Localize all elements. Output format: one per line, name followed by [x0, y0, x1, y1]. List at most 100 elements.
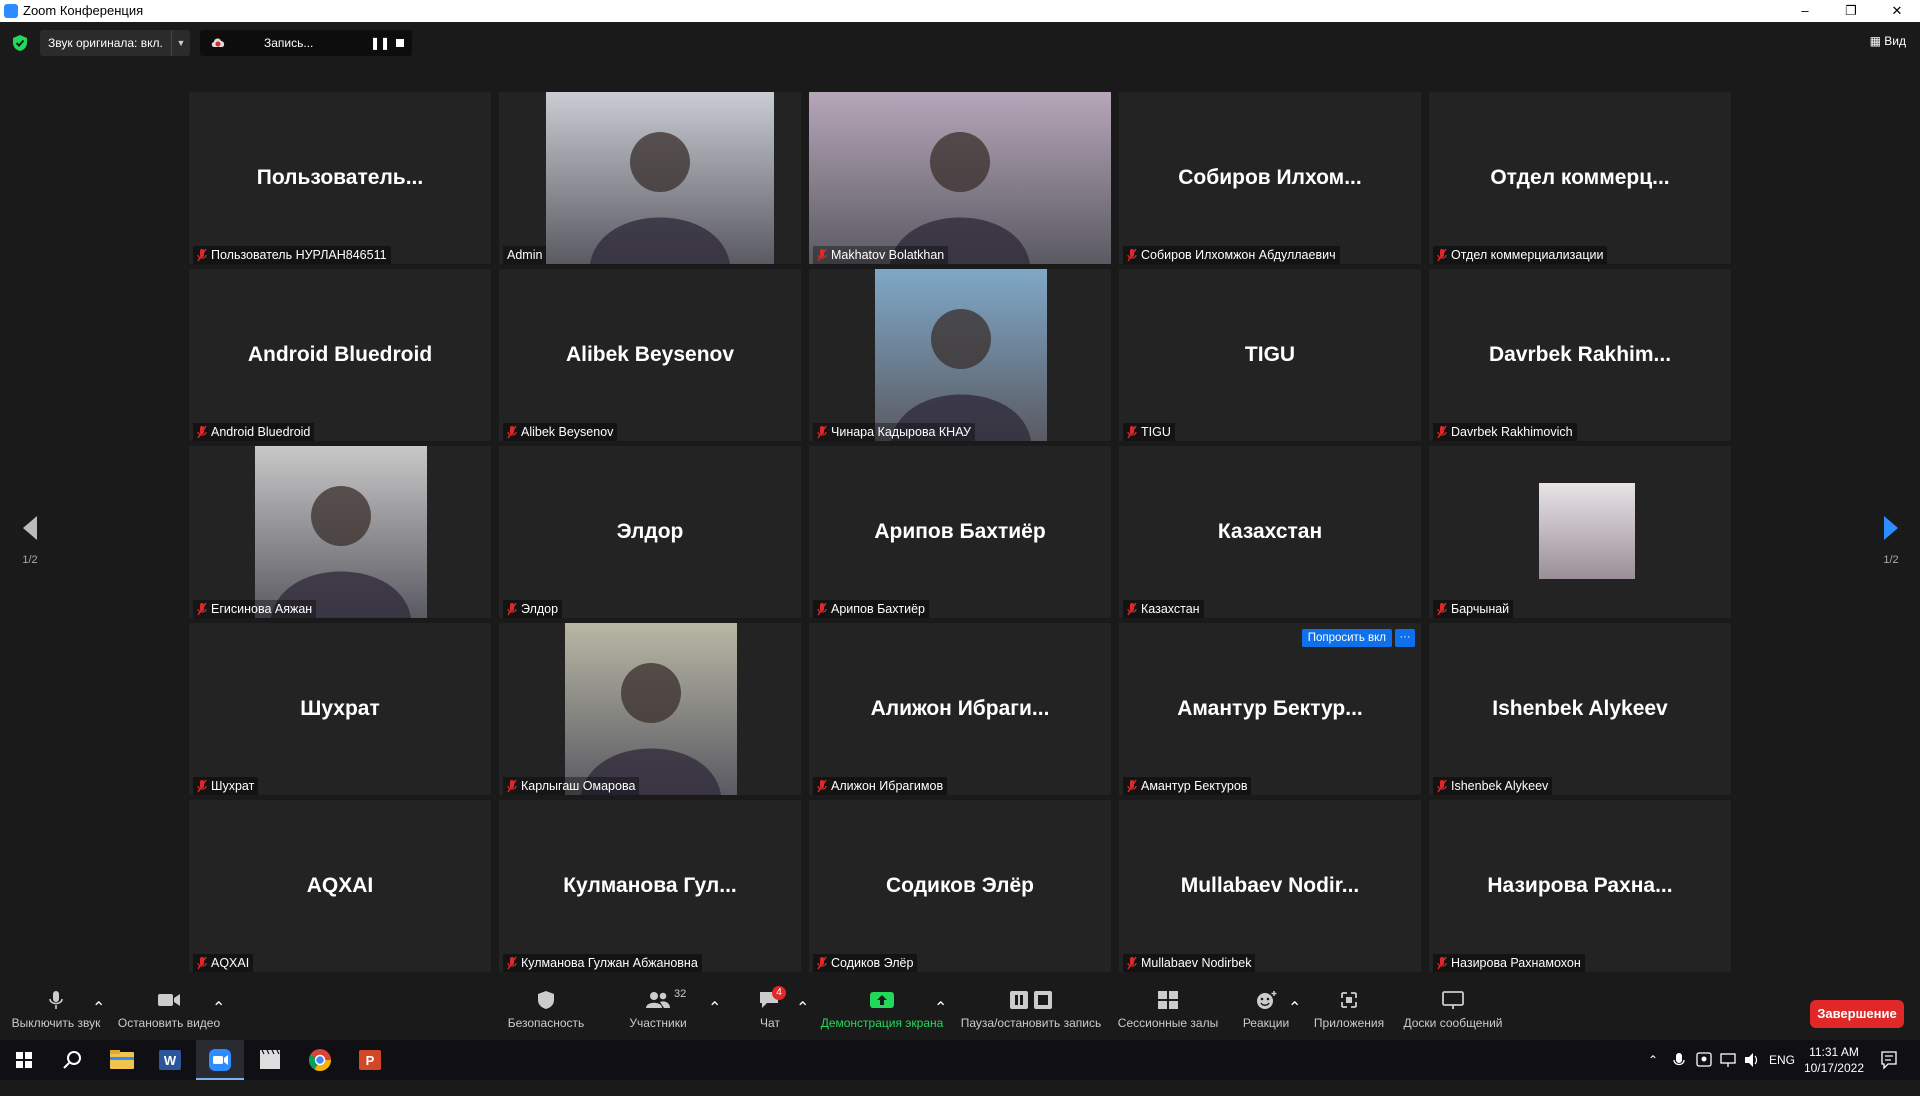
- participant-tile[interactable]: Элдор Элдор: [499, 446, 801, 618]
- tray-overflow-icon[interactable]: ⌃: [1648, 1040, 1658, 1080]
- network-icon[interactable]: [1720, 1040, 1736, 1080]
- chat-badge: 4: [772, 986, 786, 1000]
- participant-name-label: Кулманова Гулжан Абжановна: [503, 954, 702, 972]
- participant-name-label: TIGU: [1123, 423, 1175, 441]
- participant-tile[interactable]: Makhatov Bolatkhan: [809, 92, 1111, 264]
- participant-name-text: Davrbek Rakhimovich: [1451, 425, 1573, 439]
- tray-zoom-status-icon[interactable]: [1696, 1040, 1712, 1080]
- participant-tile[interactable]: Алижон Ибраги... Алижон Ибрагимов: [809, 623, 1111, 795]
- participant-display-name: Шухрат: [300, 697, 380, 720]
- participant-tile[interactable]: Alibek Beysenov Alibek Beysenov: [499, 269, 801, 441]
- participant-tile[interactable]: Шухрат Шухрат: [189, 623, 491, 795]
- participant-display-name: Кулманова Гул...: [563, 874, 737, 897]
- participant-tile[interactable]: Отдел коммерц... Отдел коммерциализации: [1429, 92, 1731, 264]
- participant-name-text: Кулманова Гулжан Абжановна: [521, 956, 698, 970]
- svg-text:P: P: [366, 1053, 375, 1068]
- meeting-controls: Выключить звук ⌃ Остановить видео ⌃ Безо…: [0, 976, 1920, 1038]
- volume-icon[interactable]: [1744, 1040, 1760, 1080]
- participant-display-name: Собиров Илхом...: [1178, 166, 1362, 189]
- system-clock[interactable]: 11:31 AM 10/17/2022: [1804, 1044, 1864, 1076]
- search-icon[interactable]: [48, 1040, 96, 1080]
- whiteboards-button[interactable]: Доски сообщений: [1398, 976, 1508, 1038]
- view-button[interactable]: ▦ Вид: [1870, 34, 1906, 48]
- more-options-button[interactable]: ···: [1395, 629, 1415, 647]
- participant-name-text: Alibek Beysenov: [521, 425, 614, 439]
- participant-tile[interactable]: Admin: [499, 92, 801, 264]
- participant-tile[interactable]: Арипов Бахтиёр Арипов Бахтиёр: [809, 446, 1111, 618]
- next-page-control[interactable]: 1/2: [1876, 515, 1906, 566]
- chevron-down-icon[interactable]: ▼: [171, 30, 190, 56]
- participant-display-name: Mullabaev Nodir...: [1180, 874, 1360, 897]
- pause-stop-recording-label: Пауза/остановить запись: [960, 1016, 1102, 1030]
- participants-label: Участники: [629, 1016, 687, 1030]
- windows-start-icon[interactable]: [0, 1040, 48, 1080]
- close-button[interactable]: ✕: [1874, 0, 1920, 22]
- stop-video-button[interactable]: Остановить видео: [116, 976, 222, 1038]
- participant-tile[interactable]: Кулманова Гул... Кулманова Гулжан Абжанов…: [499, 800, 801, 972]
- muted-microphone-icon: [1437, 956, 1447, 970]
- window-titlebar: Zoom Конференция – ❐ ✕: [0, 0, 1920, 22]
- person-silhouette-icon: [581, 663, 721, 795]
- participant-display-name: Отдел коммерц...: [1490, 166, 1670, 189]
- original-sound-toggle[interactable]: Звук оригинала: вкл. ▼: [40, 30, 190, 56]
- zoom-taskbar-icon[interactable]: [196, 1040, 244, 1080]
- pause-recording-icon[interactable]: ❚❚: [370, 36, 390, 50]
- muted-microphone-icon: [197, 956, 207, 970]
- participant-tile[interactable]: Davrbek Rakhim... Davrbek Rakhimovich: [1429, 269, 1731, 441]
- stop-recording-icon[interactable]: [396, 39, 404, 47]
- mute-label: Выключить звук: [11, 1016, 101, 1030]
- apps-button[interactable]: Приложения: [1308, 976, 1390, 1038]
- participant-name-label: Android Bluedroid: [193, 423, 315, 441]
- participant-name-label: Собиров Илхомжон Абдуллаевич: [1123, 246, 1340, 264]
- participant-tile[interactable]: Mullabaev Nodir... Mullabaev Nodirbek: [1119, 800, 1421, 972]
- breakout-rooms-button[interactable]: Сессионные залы: [1116, 976, 1220, 1038]
- participant-tile[interactable]: Ishenbek Alykeev Ishenbek Alykeev: [1429, 623, 1731, 795]
- participant-name-text: Карлыгаш Омарова: [521, 779, 636, 793]
- security-button[interactable]: Безопасность: [506, 976, 586, 1038]
- chat-button[interactable]: 4 Чат: [740, 976, 800, 1038]
- participant-display-name: Alibek Beysenov: [565, 343, 735, 366]
- participant-tile[interactable]: TIGU TIGU: [1119, 269, 1421, 441]
- muted-microphone-icon: [817, 956, 827, 970]
- pause-stop-recording-button[interactable]: Пауза/остановить запись: [958, 976, 1104, 1038]
- clock-time: 11:31 AM: [1809, 1045, 1859, 1059]
- participant-tile[interactable]: Чинара Кадырова КНАУ: [809, 269, 1111, 441]
- media-app-icon[interactable]: [246, 1040, 294, 1080]
- word-icon[interactable]: W: [146, 1040, 194, 1080]
- participant-video: [255, 446, 427, 618]
- participant-tile[interactable]: Содиков Элёр Содиков Элёр: [809, 800, 1111, 972]
- participant-tile[interactable]: Собиров Илхом... Собиров Илхомжон Абдулла…: [1119, 92, 1421, 264]
- participant-name-text: Admin: [507, 248, 543, 262]
- tray-microphone-icon[interactable]: [1672, 1040, 1686, 1080]
- zoom-app-icon: [4, 4, 18, 18]
- file-explorer-icon[interactable]: [98, 1040, 146, 1080]
- muted-microphone-icon: [1437, 779, 1447, 793]
- input-language[interactable]: ENG: [1769, 1040, 1795, 1080]
- mute-button[interactable]: Выключить звук: [8, 976, 104, 1038]
- participant-tile[interactable]: Казахстан Казахстан: [1119, 446, 1421, 618]
- microphone-icon: [49, 991, 63, 1009]
- ask-to-unmute-button[interactable]: Попросить вкл: [1301, 629, 1392, 647]
- participant-tile[interactable]: Пользователь... Пользователь НУРЛАН846511: [189, 92, 491, 264]
- participant-tile[interactable]: Амантур Бектур... Амантур Бектуров Попроси…: [1119, 623, 1421, 795]
- arrow-right-icon[interactable]: [1882, 515, 1900, 541]
- participant-tile[interactable]: Android Bluedroid Android Bluedroid: [189, 269, 491, 441]
- participants-button[interactable]: 32 Участники: [618, 976, 698, 1038]
- participant-tile[interactable]: Егисинова Аяжан: [189, 446, 491, 618]
- end-meeting-button[interactable]: Завершение: [1810, 1000, 1904, 1028]
- arrow-left-icon[interactable]: [21, 515, 39, 541]
- notifications-icon[interactable]: [1880, 1040, 1898, 1080]
- reactions-button[interactable]: Реакции: [1236, 976, 1296, 1038]
- participant-tile[interactable]: AQXAI AQXAI: [189, 800, 491, 972]
- participant-tile[interactable]: Карлыгаш Омарова: [499, 623, 801, 795]
- prev-page-control[interactable]: 1/2: [15, 515, 45, 566]
- encryption-shield-icon[interactable]: [12, 34, 28, 52]
- participant-tile[interactable]: Барчынай: [1429, 446, 1731, 618]
- participant-tile[interactable]: Назирова Рахна... Назирова Рахнамохон: [1429, 800, 1731, 972]
- share-screen-button[interactable]: Демонстрация экрана: [818, 976, 946, 1038]
- restore-button[interactable]: ❐: [1828, 0, 1874, 22]
- minimize-button[interactable]: –: [1782, 0, 1828, 22]
- chrome-icon[interactable]: [296, 1040, 344, 1080]
- powerpoint-icon[interactable]: P: [346, 1040, 394, 1080]
- cloud-record-icon: [211, 38, 225, 47]
